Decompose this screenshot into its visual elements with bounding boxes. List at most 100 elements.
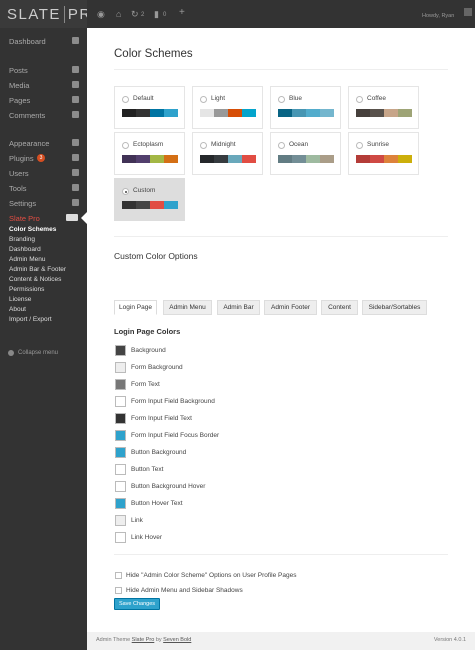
tab-admin-footer[interactable]: Admin Footer: [264, 300, 317, 315]
new-content-icon[interactable]: +: [179, 8, 185, 18]
logo[interactable]: SLATEPRO: [0, 0, 103, 28]
checkbox[interactable]: [115, 572, 122, 579]
sidebar-item-posts[interactable]: Posts: [0, 63, 87, 77]
scheme-swatches: [200, 155, 256, 163]
submenu-item-color-schemes[interactable]: Color Schemes: [0, 225, 87, 235]
sidebar-item-slate-pro[interactable]: Slate Pro: [0, 211, 87, 225]
color-picker-swatch[interactable]: [115, 379, 126, 390]
comments-icon[interactable]: ▮: [154, 9, 159, 19]
sidebar-item-tools[interactable]: Tools: [0, 181, 87, 195]
comment-icon: [72, 111, 79, 118]
sidebar-item-label: Posts: [9, 65, 28, 75]
tab-login-page[interactable]: Login Page: [114, 300, 157, 315]
submenu-item-permissions[interactable]: Permissions: [0, 285, 87, 295]
swatch: [306, 155, 320, 163]
sidebar-item-settings[interactable]: Settings: [0, 196, 87, 210]
color-field-row: Form Input Field Focus Border: [115, 430, 219, 441]
updates-icon[interactable]: ↻: [131, 9, 139, 19]
submenu-item-admin-bar-footer[interactable]: Admin Bar & Footer: [0, 265, 87, 275]
scheme-option-coffee[interactable]: Coffee: [348, 86, 419, 129]
scheme-option-light[interactable]: Light: [192, 86, 263, 129]
save-button[interactable]: Save Changes: [114, 598, 160, 610]
tab-admin-menu[interactable]: Admin Menu: [163, 300, 212, 315]
submenu-item-import-export[interactable]: Import / Export: [0, 315, 87, 325]
scheme-option-ectoplasm[interactable]: Ectoplasm: [114, 132, 185, 175]
color-picker-swatch[interactable]: [115, 396, 126, 407]
sidebar-item-label: Appearance: [9, 138, 50, 148]
submenu-item-branding[interactable]: Branding: [0, 235, 87, 245]
color-field-label: Button Text: [131, 466, 164, 473]
sidebar-item-users[interactable]: Users: [0, 166, 87, 180]
scheme-option-sunrise[interactable]: Sunrise: [348, 132, 419, 175]
scheme-radio[interactable]: [122, 96, 129, 103]
color-picker-swatch[interactable]: [115, 498, 126, 509]
scheme-name: Light: [211, 95, 226, 102]
tab-sidebar-sortables[interactable]: Sidebar/Sortables: [362, 300, 427, 315]
scheme-name: Blue: [289, 95, 303, 102]
wordpress-logo-icon[interactable]: ◉: [97, 9, 105, 19]
scheme-radio[interactable]: [122, 142, 129, 149]
swatch: [122, 109, 136, 117]
scheme-option-blue[interactable]: Blue: [270, 86, 341, 129]
color-picker-swatch[interactable]: [115, 532, 126, 543]
scheme-radio[interactable]: [356, 142, 363, 149]
option-hide-color-scheme[interactable]: Hide "Admin Color Scheme" Options on Use…: [115, 571, 296, 580]
option-hide-shadows[interactable]: Hide Admin Menu and Sidebar Shadows: [115, 586, 243, 595]
submenu-item-content-notices[interactable]: Content & Notices: [0, 275, 87, 285]
sidebar-item-dashboard[interactable]: Dashboard: [0, 34, 87, 48]
swatch: [136, 201, 150, 209]
collapse-menu-button[interactable]: Collapse menu: [8, 350, 58, 356]
sidebar-item-plugins[interactable]: Plugins 3: [0, 151, 87, 165]
submenu-item-admin-menu[interactable]: Admin Menu: [0, 255, 87, 265]
scheme-radio[interactable]: [200, 142, 207, 149]
scheme-radio[interactable]: [278, 142, 285, 149]
sidebar-item-appearance[interactable]: Appearance: [0, 136, 87, 150]
color-picker-swatch[interactable]: [115, 464, 126, 475]
scheme-swatches: [356, 109, 412, 117]
color-picker-swatch[interactable]: [115, 515, 126, 526]
swatch: [150, 109, 164, 117]
scheme-option-midnight[interactable]: Midnight: [192, 132, 263, 175]
scheme-radio[interactable]: [278, 96, 285, 103]
main-content: Color Schemes Default Light Blue Coffee …: [87, 28, 475, 632]
color-field-row: Link Hover: [115, 532, 162, 543]
slate-pro-link[interactable]: Slate Pro: [132, 637, 155, 643]
seven-bold-link[interactable]: Seven Bold: [163, 637, 191, 643]
scheme-swatches: [122, 201, 178, 209]
dashboard-icon: [72, 37, 79, 44]
color-picker-swatch[interactable]: [115, 345, 126, 356]
page-title: Color Schemes: [114, 48, 193, 60]
scheme-swatches: [278, 109, 334, 117]
swatch: [164, 155, 178, 163]
section-title-login-colors: Login Page Colors: [114, 327, 181, 336]
checkbox[interactable]: [115, 587, 122, 594]
scheme-option-default[interactable]: Default: [114, 86, 185, 129]
scheme-option-ocean[interactable]: Ocean: [270, 132, 341, 175]
scheme-radio[interactable]: [356, 96, 363, 103]
sidebar-item-label: Comments: [9, 110, 46, 120]
color-picker-swatch[interactable]: [115, 447, 126, 458]
color-picker-swatch[interactable]: [115, 413, 126, 424]
color-picker-swatch[interactable]: [115, 481, 126, 492]
avatar[interactable]: [464, 8, 472, 16]
scheme-option-custom[interactable]: Custom: [114, 178, 185, 221]
scheme-radio[interactable]: [122, 188, 129, 195]
color-picker-swatch[interactable]: [115, 362, 126, 373]
account-greeting[interactable]: Howdy, Ryan: [422, 11, 454, 21]
tab-admin-bar[interactable]: Admin Bar: [217, 300, 260, 315]
submenu-item-license[interactable]: License: [0, 295, 87, 305]
slate-pro-icon: [66, 214, 78, 221]
swatch: [136, 155, 150, 163]
submenu-item-about[interactable]: About: [0, 305, 87, 315]
scheme-name: Sunrise: [367, 141, 390, 148]
plugins-count-badge: 3: [36, 154, 46, 162]
tab-content[interactable]: Content: [321, 300, 358, 315]
sidebar-item-pages[interactable]: Pages: [0, 93, 87, 107]
submenu-item-dashboard[interactable]: Dashboard: [0, 245, 87, 255]
scheme-swatches: [356, 155, 412, 163]
scheme-radio[interactable]: [200, 96, 207, 103]
sidebar-item-media[interactable]: Media: [0, 78, 87, 92]
home-icon[interactable]: ⌂: [116, 9, 121, 19]
color-picker-swatch[interactable]: [115, 430, 126, 441]
sidebar-item-comments[interactable]: Comments: [0, 108, 87, 122]
